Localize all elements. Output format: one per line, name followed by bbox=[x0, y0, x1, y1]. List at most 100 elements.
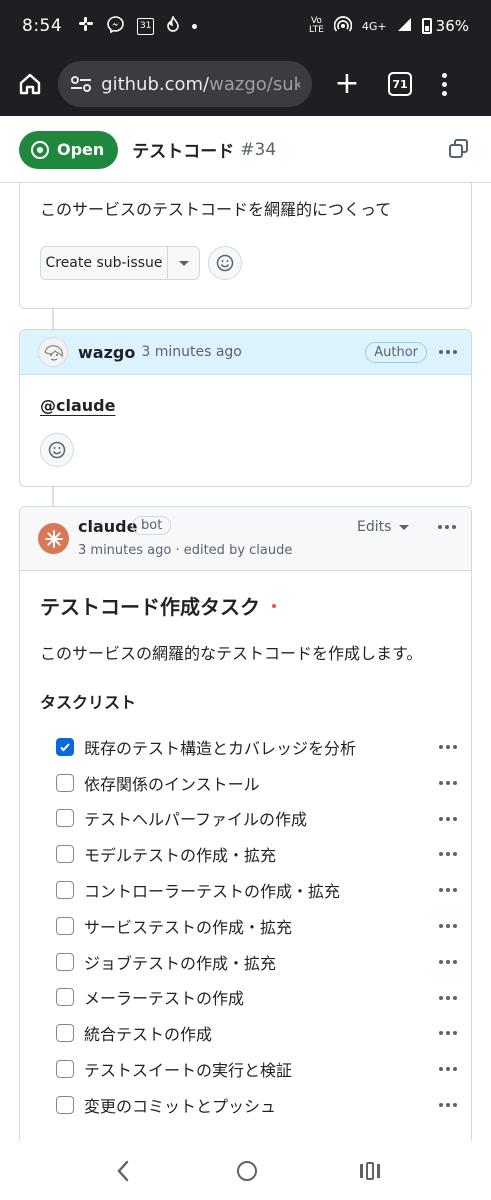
task-item: テストヘルパーファイルの作成 bbox=[20, 801, 473, 837]
task-options-button[interactable] bbox=[439, 852, 457, 857]
task-checkbox[interactable] bbox=[56, 1024, 74, 1043]
task-options-button[interactable] bbox=[439, 959, 457, 964]
comment-options-button[interactable] bbox=[439, 350, 457, 354]
signal-icon bbox=[397, 17, 412, 36]
edits-dropdown[interactable]: Edits bbox=[357, 519, 410, 535]
create-subissue-dropdown[interactable] bbox=[168, 246, 200, 280]
claude-sparkle-icon bbox=[44, 529, 63, 548]
task-checkbox[interactable] bbox=[56, 952, 74, 971]
issue-body-text: このサービスのテストコードを網羅的につくって bbox=[40, 200, 392, 219]
status-left-icons: 31 bbox=[78, 14, 198, 37]
create-subissue-button[interactable]: Create sub-issue bbox=[40, 246, 168, 280]
task-checkbox[interactable] bbox=[56, 845, 74, 864]
task-checkbox[interactable] bbox=[56, 773, 74, 792]
copy-button[interactable] bbox=[448, 138, 472, 162]
task-options-button[interactable] bbox=[439, 1067, 457, 1072]
comment-meta: 3 minutes ago · edited by claude bbox=[78, 543, 293, 558]
task-label: ジョブテストの作成・拡充 bbox=[84, 953, 277, 973]
task-checkbox[interactable] bbox=[56, 809, 74, 828]
author-badge: Author bbox=[365, 341, 427, 363]
home-icon bbox=[19, 73, 41, 95]
site-settings-icon[interactable] bbox=[70, 75, 93, 93]
task-label: テストスイートの実行と検証 bbox=[84, 1061, 293, 1081]
task-label: コントローラーテストの作成・拡充 bbox=[84, 882, 341, 902]
comment-time[interactable]: 3 minutes ago bbox=[141, 344, 242, 360]
task-item: コントローラーテストの作成・拡充 bbox=[20, 872, 473, 908]
task-label: サービステストの作成・拡充 bbox=[84, 917, 293, 937]
task-checkbox[interactable] bbox=[56, 1060, 74, 1079]
dot-icon bbox=[192, 23, 198, 29]
task-list-heading: タスクリスト bbox=[40, 693, 137, 712]
claude-avatar[interactable] bbox=[38, 523, 69, 554]
task-checkbox[interactable] bbox=[56, 1095, 74, 1114]
task-label: テストヘルパーファイルの作成 bbox=[84, 810, 308, 830]
task-label: メーラーテストの作成 bbox=[84, 989, 245, 1009]
create-subissue-group: Create sub-issue bbox=[40, 246, 200, 280]
task-options-button[interactable] bbox=[439, 923, 457, 928]
comment-author[interactable]: wazgo bbox=[78, 343, 135, 362]
task-options-button[interactable] bbox=[439, 780, 457, 785]
status-time: 8:54 bbox=[22, 16, 63, 36]
fire-icon bbox=[167, 14, 179, 37]
task-options-button[interactable] bbox=[439, 888, 457, 893]
issue-number: #34 bbox=[240, 139, 277, 160]
back-button[interactable] bbox=[112, 1160, 134, 1182]
issue-title: テストコード bbox=[132, 142, 235, 162]
task-options-button[interactable] bbox=[439, 1031, 457, 1036]
task-label: 統合テストの作成 bbox=[84, 1025, 213, 1045]
task-item: ジョブテストの作成・拡充 bbox=[20, 944, 473, 980]
issue-open-icon bbox=[31, 140, 49, 159]
tab-switcher-button[interactable]: 71 bbox=[388, 72, 412, 96]
issue-header: Open テストコード #34 bbox=[0, 117, 491, 183]
task-item: 変更のコミットとプッシュ bbox=[20, 1087, 473, 1123]
comment-header: wazgo 3 minutes ago Author bbox=[20, 330, 471, 375]
task-heading: テストコード作成タスク bbox=[40, 591, 276, 620]
task-item: サービステストの作成・拡充 bbox=[20, 908, 473, 944]
hotspot-icon bbox=[333, 16, 353, 36]
browser-menu-button[interactable] bbox=[442, 72, 447, 96]
home-button[interactable] bbox=[12, 66, 48, 102]
edits-label: Edits bbox=[357, 519, 392, 535]
system-nav-bar bbox=[0, 1141, 491, 1200]
comment-options-button[interactable] bbox=[438, 525, 456, 529]
task-checkbox[interactable] bbox=[56, 988, 74, 1007]
chevron-down-icon bbox=[399, 524, 410, 530]
smiley-icon bbox=[48, 441, 66, 459]
task-checkbox[interactable] bbox=[56, 881, 74, 900]
add-reaction-button[interactable] bbox=[40, 433, 74, 467]
task-options-button[interactable] bbox=[439, 745, 457, 749]
address-bar[interactable]: github.com/wazgo/sukky bbox=[58, 61, 312, 107]
task-label: 既存のテスト構造とカバレッジを分析 bbox=[84, 738, 357, 758]
messenger-icon bbox=[107, 15, 124, 37]
comment-card-claude: claude bot 3 minutes ago · edited by cla… bbox=[19, 506, 472, 1141]
recent-apps-button[interactable] bbox=[359, 1161, 380, 1180]
task-item: メーラーテストの作成 bbox=[20, 980, 473, 1016]
url-text: github.com/wazgo/sukky bbox=[101, 73, 300, 95]
comment-header: claude bot 3 minutes ago · edited by cla… bbox=[20, 507, 471, 571]
task-options-button[interactable] bbox=[439, 1102, 457, 1107]
battery-icon bbox=[421, 18, 432, 34]
home-nav-button[interactable] bbox=[236, 1160, 257, 1181]
task-label: 変更のコミットとプッシュ bbox=[84, 1096, 277, 1116]
add-reaction-button[interactable] bbox=[208, 246, 242, 280]
browser-toolbar: github.com/wazgo/sukky + 71 bbox=[0, 52, 491, 116]
battery-percent: 36% bbox=[435, 17, 469, 35]
comment-author[interactable]: claude bbox=[78, 517, 137, 536]
chevron-down-icon bbox=[178, 260, 189, 266]
avatar[interactable] bbox=[38, 337, 68, 367]
volte-icon: Vo LTE bbox=[308, 16, 324, 35]
task-checkbox[interactable] bbox=[56, 916, 74, 935]
task-options-button[interactable] bbox=[439, 995, 457, 1000]
task-options-button[interactable] bbox=[439, 816, 457, 821]
task-checkbox-checked[interactable] bbox=[56, 737, 74, 756]
back-icon bbox=[116, 1160, 128, 1181]
task-item: 統合テストの作成 bbox=[20, 1015, 473, 1051]
network-type: 4G+ bbox=[361, 19, 387, 33]
slack-icon bbox=[78, 16, 94, 36]
bot-badge: bot bbox=[132, 516, 172, 535]
task-description: このサービスの網羅的なテストコードを作成します。 bbox=[40, 644, 423, 663]
issue-timeline[interactable]: このサービスのテストコードを網羅的につくって Create sub-issue … bbox=[0, 183, 491, 1141]
calendar-icon: 31 bbox=[137, 17, 155, 35]
new-tab-button[interactable]: + bbox=[330, 69, 364, 99]
comment-mention[interactable]: @claude bbox=[40, 396, 115, 415]
